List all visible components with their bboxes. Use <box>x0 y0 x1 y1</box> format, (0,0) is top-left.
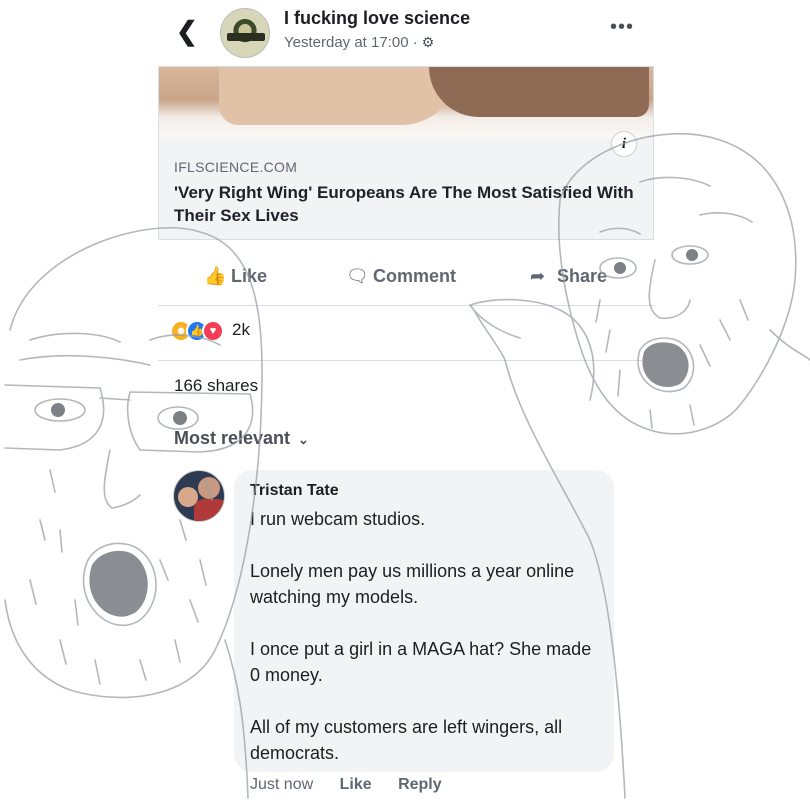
share-arrow-icon: ➦ <box>530 266 546 286</box>
preview-domain: IFLSCIENCE.COM <box>174 159 298 175</box>
reaction-count: 2k <box>232 320 250 339</box>
chevron-down-icon: ⌄ <box>298 432 309 447</box>
post-timestamp: Yesterday at 17:00 · ⚙ <box>284 34 434 51</box>
sort-dropdown[interactable]: Most relevant ⌄ <box>174 428 309 449</box>
share-button[interactable]: ➦ Share <box>530 266 607 294</box>
ellipsis-icon[interactable]: ••• <box>610 16 634 39</box>
thumbs-up-icon: 👍 <box>204 266 227 286</box>
comment-paragraph: Lonely men pay us millions a year online… <box>250 561 575 607</box>
sort-label: Most relevant <box>174 428 291 448</box>
divider <box>158 360 654 361</box>
left-nose <box>103 449 141 509</box>
comment-bubble: Tristan Tate I run webcam studios. Lonel… <box>234 470 614 772</box>
speech-bubble-icon: 🗨 <box>346 266 369 286</box>
comment-time: Just now <box>250 776 314 793</box>
left-eye <box>34 398 86 422</box>
left-mouth <box>89 550 148 617</box>
comment-text: I run webcam studios. Lonely men pay us … <box>250 506 606 688</box>
share-label: Share <box>557 266 608 286</box>
comment-paragraph: I once put a girl in a MAGA hat? She mad… <box>250 639 592 685</box>
commenter-avatar[interactable] <box>173 470 225 522</box>
comment-author[interactable]: Tristan Tate <box>250 482 339 500</box>
like-label: Like <box>231 266 268 286</box>
comment-reply-button[interactable]: Reply <box>398 776 442 793</box>
preview-image <box>159 67 653 139</box>
right-pupil-2 <box>686 249 698 261</box>
like-button[interactable]: 👍 Like <box>204 266 267 294</box>
left-mouth-outline <box>82 542 157 627</box>
chevron-left-icon: ❮ <box>176 16 198 46</box>
love-icon: ♥ <box>202 320 224 342</box>
preview-title: 'Very Right Wing' Europeans Are The Most… <box>174 183 634 225</box>
facebook-post: ❮ I fucking love science Yesterday at 17… <box>158 0 658 800</box>
comment-label: Comment <box>373 266 457 286</box>
comment-meta: Just now Like Reply <box>250 776 464 794</box>
comment-paragraph: I run webcam studios. <box>250 509 426 529</box>
comment-paragraph-last: All of my customers are left wingers, al… <box>250 717 563 763</box>
left-pupil-1 <box>51 403 65 417</box>
back-button[interactable]: ❮ <box>176 16 198 46</box>
shares-count[interactable]: 166 shares <box>174 376 258 396</box>
gear-icon: ⚙ <box>421 34 435 50</box>
link-preview[interactable]: i IFLSCIENCE.COM 'Very Right Wing' Europ… <box>158 66 654 240</box>
action-bar: 👍 Like 🗨 Comment ➦ Share <box>158 256 654 306</box>
comment-like-button[interactable]: Like <box>340 776 372 793</box>
right-shoulder <box>769 329 810 361</box>
timestamp-text: Yesterday at 17:00 · <box>284 34 418 51</box>
page-avatar[interactable] <box>220 8 270 58</box>
page-name[interactable]: I fucking love science <box>284 8 470 29</box>
comment-button[interactable]: 🗨 Comment <box>346 266 456 294</box>
right-face-eye-2 <box>671 245 709 265</box>
info-icon[interactable]: i <box>611 131 637 157</box>
post-header: ❮ I fucking love science Yesterday at 17… <box>158 0 658 62</box>
